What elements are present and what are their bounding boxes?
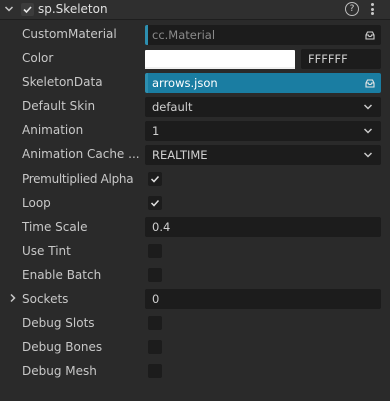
animation-cache-select[interactable]: REALTIME: [145, 145, 381, 165]
component-header: sp.Skeleton ?: [0, 0, 390, 20]
chevron-down-icon: [363, 152, 373, 158]
collapse-chevron-icon[interactable]: [4, 4, 14, 14]
custom-material-placeholder: cc.Material: [152, 28, 216, 42]
time-scale-input[interactable]: 0.4: [145, 217, 381, 237]
loop-label: Loop: [22, 196, 51, 210]
default-skin-select[interactable]: default: [145, 97, 381, 117]
custom-material-field[interactable]: cc.Material: [145, 25, 381, 45]
animation-value: 1: [152, 124, 160, 138]
debug-bones-label: Debug Bones: [22, 340, 103, 354]
animation-cache-value: REALTIME: [152, 148, 208, 162]
asset-browse-icon[interactable]: [365, 30, 375, 40]
animation-select[interactable]: 1: [145, 121, 381, 141]
premultiplied-alpha-checkbox[interactable]: [148, 172, 162, 186]
use-tint-checkbox[interactable]: [148, 244, 162, 258]
animation-label: Animation: [22, 123, 84, 137]
skeleton-data-field[interactable]: arrows.json: [145, 73, 381, 93]
color-hex-field[interactable]: FFFFFF: [301, 49, 381, 69]
default-skin-value: default: [152, 100, 193, 114]
use-tint-label: Use Tint: [22, 244, 71, 258]
checkmark-icon: [150, 199, 160, 207]
component-enabled-checkbox[interactable]: [21, 3, 34, 16]
premultiplied-alpha-label: Premultiplied Alpha: [22, 172, 134, 186]
color-label: Color: [22, 51, 54, 65]
skeleton-data-label: SkeletonData: [22, 75, 103, 89]
debug-mesh-checkbox[interactable]: [148, 364, 162, 378]
chevron-right-icon[interactable]: [9, 293, 17, 303]
help-icon[interactable]: ?: [345, 2, 359, 16]
animation-cache-label: Animation Cache ...: [22, 147, 140, 161]
sockets-count-input[interactable]: 0: [145, 289, 381, 309]
checkmark-icon: [23, 6, 32, 14]
default-skin-label: Default Skin: [22, 99, 96, 113]
sockets-label: Sockets: [22, 292, 69, 306]
debug-slots-checkbox[interactable]: [148, 316, 162, 330]
loop-checkbox[interactable]: [148, 196, 162, 210]
debug-bones-checkbox[interactable]: [148, 340, 162, 354]
more-options-icon[interactable]: [369, 3, 375, 17]
time-scale-label: Time Scale: [22, 220, 88, 234]
chevron-down-icon: [363, 104, 373, 110]
chevron-down-icon: [363, 128, 373, 134]
color-alpha-strip: [145, 67, 295, 69]
asset-browse-icon[interactable]: [365, 78, 375, 88]
color-swatch[interactable]: [145, 50, 295, 68]
debug-mesh-label: Debug Mesh: [22, 364, 97, 378]
custom-material-label: CustomMaterial: [22, 27, 117, 41]
debug-slots-label: Debug Slots: [22, 316, 95, 330]
checkmark-icon: [150, 175, 160, 183]
skeleton-data-value: arrows.json: [152, 76, 218, 90]
enable-batch-label: Enable Batch: [22, 268, 102, 282]
component-title: sp.Skeleton: [38, 2, 108, 16]
enable-batch-checkbox[interactable]: [148, 268, 162, 282]
